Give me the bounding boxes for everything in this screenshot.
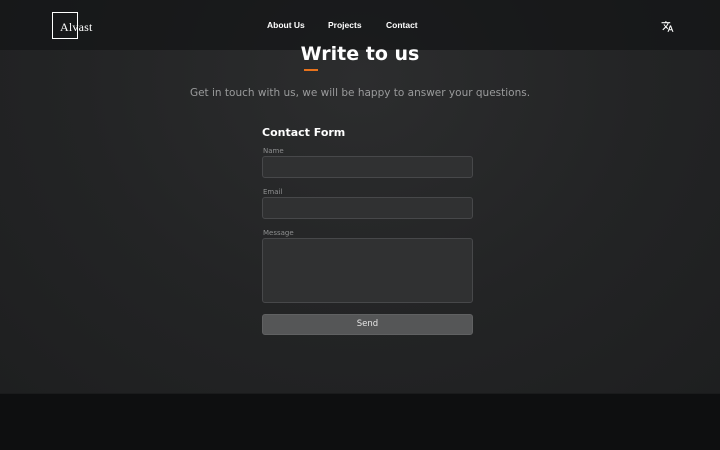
message-label: Message	[263, 229, 294, 237]
title-underline	[304, 69, 318, 71]
nav-item-projects[interactable]: Projects	[328, 20, 362, 30]
nav-item-contact[interactable]: Contact	[386, 20, 418, 30]
main-nav: About Us Projects Contact	[0, 20, 720, 34]
translate-icon[interactable]	[661, 20, 674, 33]
page-subtitle: Get in touch with us, we will be happy t…	[189, 87, 531, 99]
email-field[interactable]	[262, 197, 473, 219]
form-title: Contact Form	[262, 126, 346, 139]
footer	[0, 393, 720, 450]
message-field[interactable]	[262, 238, 473, 303]
send-button[interactable]: Send	[262, 314, 473, 335]
nav-item-about-us[interactable]: About Us	[267, 20, 305, 30]
name-label: Name	[263, 147, 284, 155]
page-title: Write to us	[300, 43, 420, 65]
name-field[interactable]	[262, 156, 473, 178]
email-label: Email	[263, 188, 283, 196]
